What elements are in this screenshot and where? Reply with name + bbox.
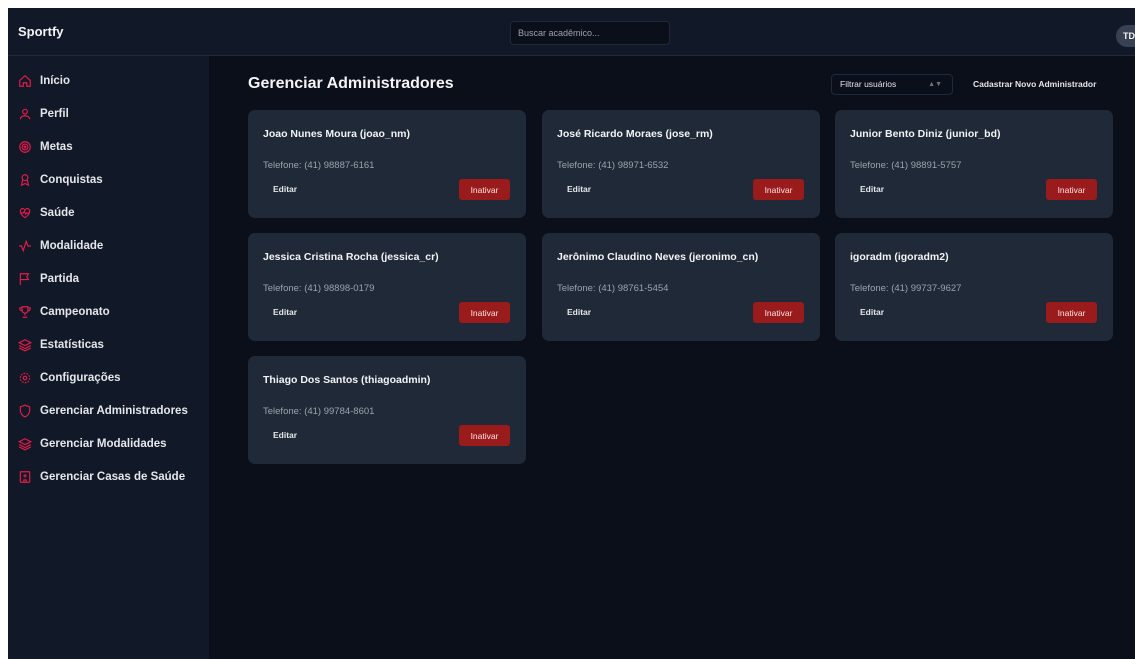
user-icon [18, 107, 32, 121]
admin-card: José Ricardo Moraes (jose_rm) Telefone: … [542, 110, 820, 218]
admin-phone: Telefone: (41) 98761-5454 [557, 283, 669, 294]
sidebar-item-label: Início [40, 75, 71, 87]
sidebar-item-label: Conquistas [40, 174, 103, 186]
avatar[interactable]: TDS [1116, 25, 1135, 47]
deactivate-button[interactable]: Inativar [753, 179, 804, 200]
page-title: Gerenciar Administradores [248, 75, 454, 92]
sidebar-item-estatisticas[interactable]: Estatísticas [18, 335, 104, 355]
admin-name: Thiago Dos Santos (thiagoadmin) [263, 374, 431, 386]
sidebar: Início Perfil Metas Conquistas Saúde Mod… [8, 56, 209, 659]
shield-icon [18, 404, 32, 418]
admin-name: Jessica Cristina Rocha (jessica_cr) [263, 251, 439, 263]
admin-phone: Telefone: (41) 98971-6532 [557, 160, 669, 171]
edit-button[interactable]: Editar [850, 178, 894, 200]
sidebar-item-conquistas[interactable]: Conquistas [18, 170, 103, 190]
hospital-icon [18, 470, 32, 484]
gear-icon [18, 371, 32, 385]
filter-users-select[interactable]: Filtrar usuários ▲▼ [831, 74, 953, 95]
admin-name: José Ricardo Moraes (jose_rm) [557, 128, 713, 140]
edit-button[interactable]: Editar [263, 178, 307, 200]
app-frame: Sportfy TDS Início Perfil Metas Conquist… [8, 8, 1135, 659]
edit-button[interactable]: Editar [557, 178, 601, 200]
sidebar-item-partida[interactable]: Partida [18, 269, 79, 289]
target-icon [18, 140, 32, 154]
sidebar-item-label: Gerenciar Administradores [40, 405, 188, 417]
activity-icon [18, 239, 32, 253]
sidebar-item-saude[interactable]: Saúde [18, 203, 75, 223]
admin-card: Jessica Cristina Rocha (jessica_cr) Tele… [248, 233, 526, 341]
admin-phone: Telefone: (41) 99784-8601 [263, 406, 375, 417]
admin-phone: Telefone: (41) 99737-9627 [850, 283, 962, 294]
admin-phone: Telefone: (41) 98891-5757 [850, 160, 962, 171]
admin-card: Junior Bento Diniz (junior_bd) Telefone:… [835, 110, 1113, 218]
deactivate-button[interactable]: Inativar [1046, 179, 1097, 200]
home-icon [18, 74, 32, 88]
edit-button[interactable]: Editar [850, 301, 894, 323]
sidebar-item-inicio[interactable]: Início [18, 71, 70, 91]
sidebar-item-configuracoes[interactable]: Configurações [18, 368, 121, 388]
sidebar-item-modalidade[interactable]: Modalidade [18, 236, 103, 256]
sidebar-item-gerenciar-modalidades[interactable]: Gerenciar Modalidades [18, 434, 167, 454]
layers-icon [18, 437, 32, 451]
sidebar-item-gerenciar-administradores[interactable]: Gerenciar Administradores [18, 401, 188, 421]
admin-name: igoradm (igoradm2) [850, 251, 949, 263]
admin-card: igoradm (igoradm2) Telefone: (41) 99737-… [835, 233, 1113, 341]
admin-card: Thiago Dos Santos (thiagoadmin) Telefone… [248, 356, 526, 464]
main-content: Gerenciar Administradores Filtrar usuári… [209, 56, 1135, 659]
sidebar-item-label: Gerenciar Casas de Saúde [40, 471, 186, 483]
sidebar-item-label: Partida [40, 273, 79, 285]
deactivate-button[interactable]: Inativar [459, 302, 510, 323]
edit-button[interactable]: Editar [263, 301, 307, 323]
deactivate-button[interactable]: Inativar [1046, 302, 1097, 323]
brand-logo[interactable]: Sportfy [18, 24, 64, 39]
edit-button[interactable]: Editar [263, 424, 307, 446]
sidebar-item-label: Saúde [40, 207, 75, 219]
admin-card: Joao Nunes Moura (joao_nm) Telefone: (41… [248, 110, 526, 218]
sidebar-item-gerenciar-casas-de-saude[interactable]: Gerenciar Casas de Saúde [18, 467, 185, 487]
admin-name: Jerônimo Claudino Neves (jeronimo_cn) [557, 251, 759, 263]
sidebar-item-label: Gerenciar Modalidades [40, 438, 167, 450]
deactivate-button[interactable]: Inativar [459, 179, 510, 200]
sidebar-item-metas[interactable]: Metas [18, 137, 73, 157]
admin-phone: Telefone: (41) 98898-0179 [263, 283, 375, 294]
sidebar-item-label: Estatísticas [40, 339, 104, 351]
new-admin-button[interactable]: Cadastrar Novo Administrador [973, 74, 1096, 95]
heart-pulse-icon [18, 206, 32, 220]
filter-users-label: Filtrar usuários [840, 79, 897, 89]
admin-name: Junior Bento Diniz (junior_bd) [850, 128, 1001, 140]
deactivate-button[interactable]: Inativar [753, 302, 804, 323]
sidebar-item-label: Campeonato [40, 306, 110, 318]
top-bar: Sportfy TDS [8, 8, 1135, 56]
award-icon [18, 173, 32, 187]
sidebar-item-label: Metas [40, 141, 73, 153]
flag-icon [18, 272, 32, 286]
sidebar-item-campeonato[interactable]: Campeonato [18, 302, 110, 322]
edit-button[interactable]: Editar [557, 301, 601, 323]
admin-card: Jerônimo Claudino Neves (jeronimo_cn) Te… [542, 233, 820, 341]
admin-phone: Telefone: (41) 98887-6161 [263, 160, 375, 171]
layers-icon [18, 338, 32, 352]
trophy-icon [18, 305, 32, 319]
sidebar-item-perfil[interactable]: Perfil [18, 104, 69, 124]
deactivate-button[interactable]: Inativar [459, 425, 510, 446]
sidebar-item-label: Perfil [40, 108, 69, 120]
chevron-up-down-icon: ▲▼ [928, 81, 942, 88]
admin-name: Joao Nunes Moura (joao_nm) [263, 128, 411, 140]
sidebar-item-label: Modalidade [40, 240, 104, 252]
sidebar-item-label: Configurações [40, 372, 121, 384]
search-input[interactable] [510, 21, 670, 45]
